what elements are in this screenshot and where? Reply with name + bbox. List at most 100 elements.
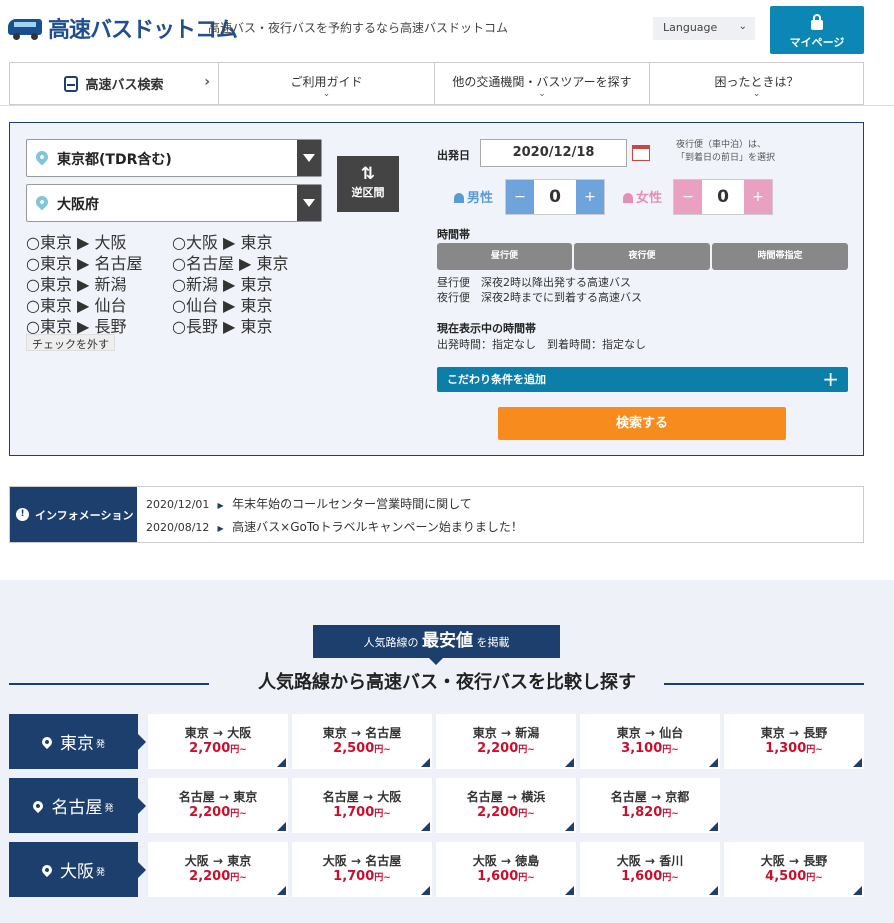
site-logo[interactable]: 高速バスドットコム [6, 12, 238, 44]
swap-icon: ⇅ [360, 164, 376, 184]
main-nav: 高速バス検索 › ご利用ガイド ⌄ 他の交通機関・バスツアーを探す ⌄ 困ったと… [9, 62, 864, 105]
time-description: 昼行便 深夜2時以降出発する高速バス 夜行便 深夜2時までに到着する高速バス [437, 276, 642, 304]
departure-value: 東京都(TDR含む) [57, 152, 172, 168]
female-count: 0 [702, 180, 744, 214]
information-panel: ! インフォメーション 2020/12/01 ▶ 年末年始のコールセンター営業時… [9, 486, 864, 543]
add-condition-label: こだわり条件を追加 [447, 373, 546, 386]
date-input[interactable]: 2020/12/18 [480, 139, 627, 167]
dropdown-arrow-icon[interactable] [297, 185, 321, 221]
male-minus-button[interactable]: − [506, 180, 534, 214]
news-link[interactable]: 高速バス×GoToトラベルキャンペーン始まりました！ [232, 520, 523, 534]
male-count: 0 [534, 180, 576, 214]
route-card[interactable]: 東京 → 名古屋 2,500円~ [292, 714, 432, 769]
departure-select[interactable]: 東京都(TDR含む) [26, 139, 322, 177]
dropdown-arrow-icon[interactable] [297, 140, 321, 176]
mypage-label: マイページ [789, 36, 845, 49]
route-card[interactable]: 名古屋 → 東京 2,200円~ [148, 778, 288, 833]
mypage-button[interactable]: マイページ [770, 6, 864, 54]
nav-guide[interactable]: ご利用ガイド ⌄ [219, 63, 435, 104]
popular-heading: 人気路線から高速バス・夜行バスを比較し探す [258, 672, 636, 693]
route-card[interactable]: 名古屋 → 京都 1,820円~ [580, 778, 720, 833]
route-card[interactable]: 大阪 → 香川 1,600円~ [580, 842, 720, 897]
route-card[interactable]: 名古屋 → 横浜 2,200円~ [436, 778, 576, 833]
add-condition-button[interactable]: こだわり条件を追加 + [437, 367, 848, 392]
male-plus-button[interactable]: + [576, 180, 604, 214]
plus-icon: + [822, 367, 839, 391]
date-label: 出発日 [437, 149, 470, 162]
female-stepper: − 0 + [673, 179, 773, 215]
time-specify-button[interactable]: 時間帯指定 [712, 243, 848, 270]
swap-label: 逆区間 [351, 186, 385, 199]
female-minus-button[interactable]: − [674, 180, 702, 214]
triangle-right-icon: ▶ [217, 524, 224, 533]
overnight-button[interactable]: 夜行便 [574, 243, 710, 270]
uncheck-button[interactable]: チェックを外す [26, 334, 115, 351]
origin-nagoya: 名古屋発 [9, 778, 146, 833]
current-time-label: 現在表示中の時間帯 [437, 322, 536, 335]
swap-button[interactable]: ⇅ 逆区間 [337, 156, 399, 212]
information-header: ! インフォメーション [10, 487, 137, 542]
person-icon [454, 193, 464, 203]
nav-label: 他の交通機関・バスツアーを探す [452, 75, 632, 89]
lock-icon [811, 14, 823, 30]
news-item[interactable]: 2020/12/01 ▶ 年末年始のコールセンター営業時間に関して [146, 495, 472, 512]
map-pin-icon [39, 862, 55, 877]
chevron-down-icon: ⌄ [738, 21, 747, 32]
arrival-select[interactable]: 大阪府 [26, 184, 322, 222]
triangle-right-icon: ▶ [217, 501, 224, 510]
route-card[interactable]: 名古屋 → 大阪 1,700円~ [292, 778, 432, 833]
tagline: 高速バス・夜行バスを予約するなら高速バスドットコム [208, 21, 509, 35]
chevron-down-icon: ⌄ [538, 89, 546, 99]
information-title: インフォメーション [35, 508, 134, 522]
route-radio-nagano-tokyo[interactable]: ○長野 ▶ 東京 [172, 313, 272, 337]
bus-icon [64, 75, 79, 92]
chevron-down-icon: ⌄ [322, 89, 331, 99]
route-card[interactable]: 東京 → 新潟 2,200円~ [436, 714, 576, 769]
popular-routes-section: 人気路線の 最安値 を掲載 人気路線から高速バス・夜行バスを比較し探す 東京発 … [0, 580, 894, 923]
male-label: 男性 [454, 187, 493, 206]
divider [0, 105, 894, 106]
nav-label: 高速バス検索 [85, 78, 164, 93]
news-date: 2020/08/12 [146, 521, 210, 534]
nav-help[interactable]: 困ったときは？ ⌄ [650, 63, 863, 104]
map-pin-icon [31, 798, 46, 813]
route-card[interactable]: 大阪 → 名古屋 1,700円~ [292, 842, 432, 897]
female-label: 女性 [623, 187, 662, 206]
language-label: Language [663, 21, 718, 34]
search-button[interactable]: 検索する [498, 407, 786, 440]
map-pin-icon [33, 193, 51, 211]
divider [664, 683, 864, 685]
divider [9, 683, 209, 685]
nav-bus-search[interactable]: 高速バス検索 › [10, 63, 219, 104]
route-card[interactable]: 大阪 → 徳島 1,600円~ [436, 842, 576, 897]
map-pin-icon [33, 148, 51, 166]
search-panel: 東京都(TDR含む) 大阪府 ⇅ 逆区間 ○東京 ▶ 大阪 ○東京 ▶ 名古屋 … [9, 122, 864, 456]
daytime-button[interactable]: 昼行便 [437, 243, 572, 270]
male-stepper: − 0 + [505, 179, 605, 215]
origin-osaka: 大阪発 [9, 842, 146, 897]
route-card[interactable]: 大阪 → 長野 4,500円~ [724, 842, 864, 897]
header: 高速バスドットコム 高速バス・夜行バスを予約するなら高速バスドットコム Lang… [0, 0, 894, 62]
calendar-icon[interactable] [632, 145, 650, 161]
female-plus-button[interactable]: + [744, 180, 772, 214]
cheapest-badge: 人気路線の 最安値 を掲載 [313, 625, 560, 665]
route-card[interactable]: 東京 → 仙台 3,100円~ [580, 714, 720, 769]
nav-other-transport[interactable]: 他の交通機関・バスツアーを探す ⌄ [435, 63, 650, 104]
date-note: 夜行便（車中泊）は、 「到着日の前日」を選択 [676, 140, 776, 163]
map-pin-icon [39, 734, 55, 749]
nav-label: 困ったときは？ [714, 75, 799, 89]
news-item[interactable]: 2020/08/12 ▶ 高速バス×GoToトラベルキャンペーン始まりました！ [146, 518, 523, 535]
language-select[interactable]: Language ⌄ [653, 17, 755, 40]
bus-logo-icon [6, 16, 44, 40]
person-icon [623, 193, 633, 203]
route-card[interactable]: 大阪 → 東京 2,200円~ [148, 842, 288, 897]
time-label: 時間帯 [437, 228, 470, 241]
origin-tokyo: 東京発 [9, 714, 146, 769]
route-card[interactable]: 東京 → 大阪 2,700円~ [148, 714, 288, 769]
chevron-down-icon: ⌄ [752, 89, 761, 99]
nav-label: ご利用ガイド [290, 75, 363, 89]
arrival-value: 大阪府 [57, 197, 99, 213]
route-card[interactable]: 東京 → 長野 1,300円~ [724, 714, 864, 769]
news-date: 2020/12/01 [146, 498, 210, 511]
news-link[interactable]: 年末年始のコールセンター営業時間に関して [232, 497, 472, 511]
